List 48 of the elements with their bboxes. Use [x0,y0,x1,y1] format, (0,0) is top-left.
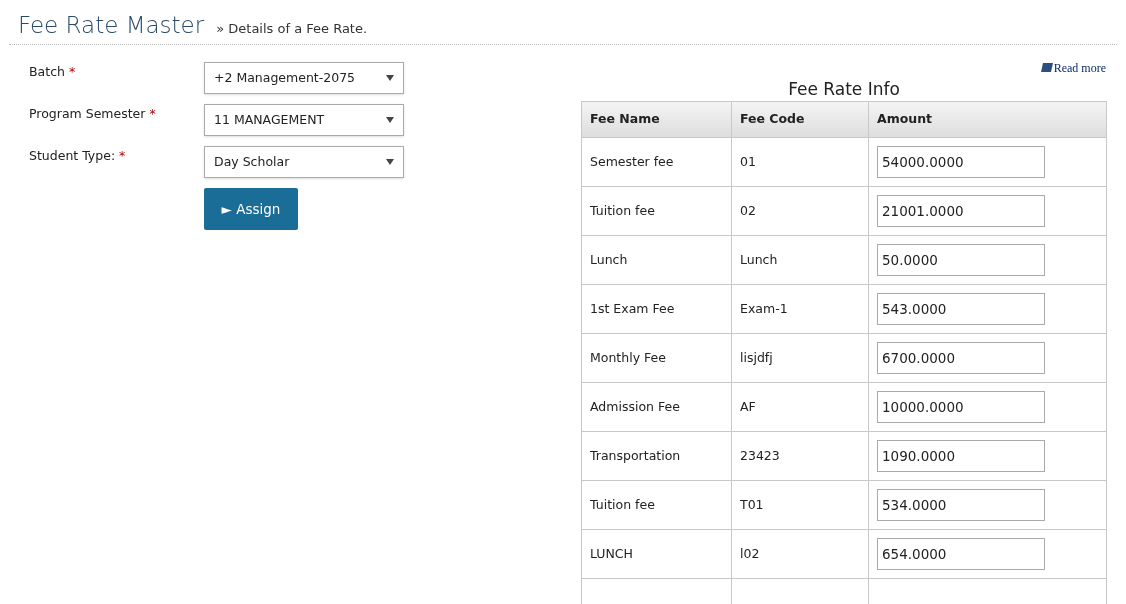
amount-input[interactable]: 50.0000 [877,244,1045,276]
amount-input[interactable]: 543.0000 [877,293,1045,325]
amount-input[interactable]: 21001.0000 [877,195,1045,227]
read-more-link[interactable]: Read more [1040,59,1106,77]
table-cell: T01 [731,480,869,530]
required-mark: * [68,63,76,81]
page-title: Fee Rate Master [18,11,205,40]
table-cell: Lunch [581,235,732,285]
required-mark: * [119,147,126,165]
table-cell: 02 [731,186,869,236]
amount-input[interactable]: 54000.0000 [877,146,1045,178]
dropdown[interactable]: Day Scholar [204,146,404,178]
column-header: Fee Name [581,101,732,138]
required-mark: * [149,105,156,123]
table-cell: Monthly Fee [581,333,732,383]
table-cell: Exam-1 [731,284,869,334]
caret-icon [386,117,394,123]
field-label: Program Semester [29,105,146,123]
table-cell: Transportation [581,431,732,481]
amount-input[interactable]: 654.0000 [877,538,1045,570]
table-cell: Tuition fee [581,186,732,236]
table-cell: 01 [731,137,869,187]
table-cell: LUNCH [581,529,732,579]
table-title: Fee Rate Info [787,78,901,101]
table-cell: 23423 [731,431,869,481]
table-cell: Tuition fee [581,480,732,530]
assign-button[interactable]: ► Assign [204,188,298,230]
page-subtitle: » Details of a Fee Rate. [216,20,368,38]
column-header: Amount [868,101,1107,138]
column-header: Fee Code [731,101,869,138]
amount-input[interactable]: 1090.0000 [877,440,1045,472]
caret-icon [386,75,394,81]
amount-input[interactable]: 10000.0000 [877,391,1045,423]
caret-icon [386,159,394,165]
table-cell: 1st Exam Fee [581,284,732,334]
table-cell: Semester fee [581,137,732,187]
book-icon [1040,62,1053,74]
amount-input[interactable]: 6700.0000 [877,342,1045,374]
table-cell: Lunch [731,235,869,285]
dropdown[interactable]: +2 Management-2075 [204,62,404,94]
table-cell: AF [731,382,869,432]
dropdown[interactable]: 11 MANAGEMENT [204,104,404,136]
field-label: Student Type: [29,147,116,165]
field-label: Batch [29,63,65,81]
table-cell: l02 [731,529,869,579]
table-cell: Admission Fee [581,382,732,432]
amount-input[interactable]: 534.0000 [877,489,1045,521]
table-cell: lisjdfj [731,333,869,383]
